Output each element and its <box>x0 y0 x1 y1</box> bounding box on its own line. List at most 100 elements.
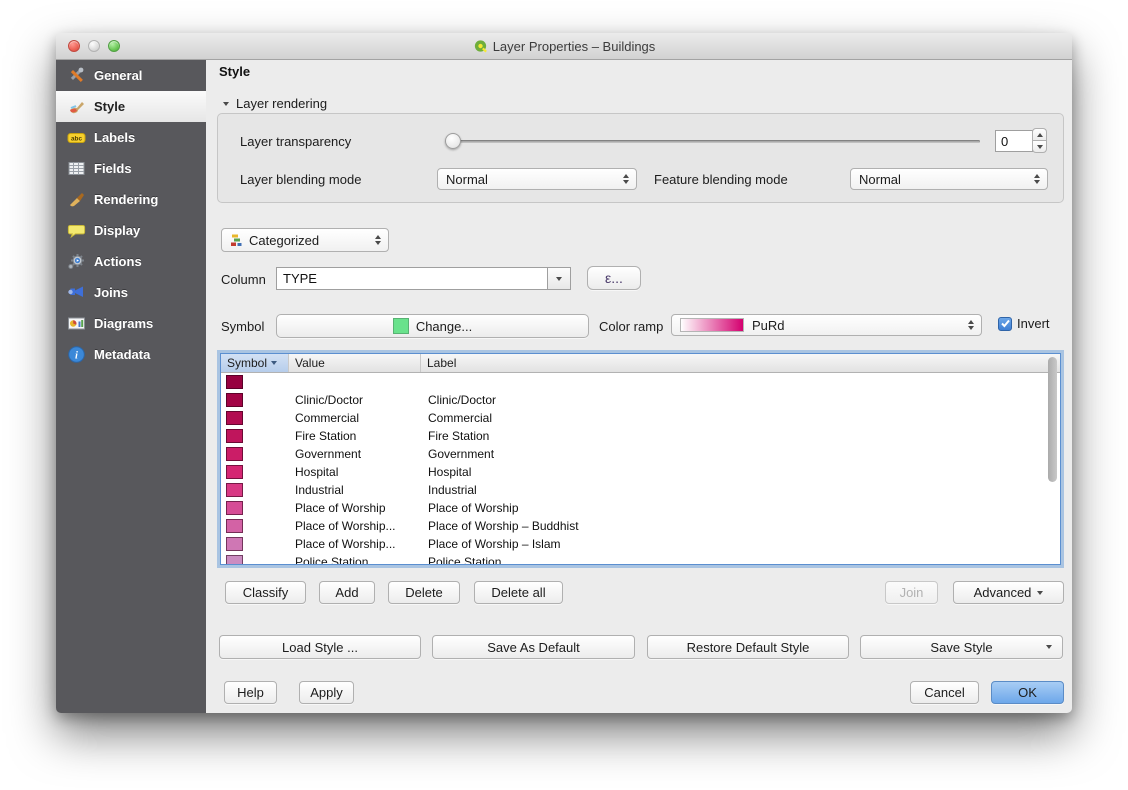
class-label: Clinic/Doctor <box>428 393 496 407</box>
sidebar-item-general[interactable]: General <box>56 60 206 91</box>
layer-properties-window: Layer Properties – Buildings General Styl… <box>56 33 1072 712</box>
symbol-swatch[interactable] <box>226 537 243 551</box>
layer-blending-value: Normal <box>446 172 488 187</box>
class-row[interactable]: HospitalHospital <box>221 463 1060 481</box>
class-row[interactable]: Fire StationFire Station <box>221 427 1060 445</box>
expression-button-label: ε... <box>605 270 623 286</box>
window-title: Layer Properties – Buildings <box>56 33 1072 59</box>
layer-rendering-collapser[interactable]: Layer rendering <box>223 96 327 111</box>
updown-arrows-icon <box>1034 174 1040 184</box>
join-button[interactable]: Join <box>885 581 938 604</box>
column-combobox[interactable]: TYPE <box>276 267 571 290</box>
classify-button[interactable]: Classify <box>225 581 306 604</box>
down-arrow-icon <box>1037 145 1043 149</box>
abc-tag-icon: abc <box>66 128 86 148</box>
symbol-swatch[interactable] <box>226 519 243 533</box>
class-row[interactable]: GovernmentGovernment <box>221 445 1060 463</box>
slider-thumb[interactable] <box>445 133 461 149</box>
save-as-default-button[interactable]: Save As Default <box>432 635 635 659</box>
class-value: Place of Worship... <box>295 537 396 551</box>
load-style-button[interactable]: Load Style ... <box>219 635 421 659</box>
transparency-value-input[interactable]: 0 <box>995 130 1033 152</box>
titlebar[interactable]: Layer Properties – Buildings <box>56 33 1072 60</box>
apply-button[interactable]: Apply <box>299 681 354 704</box>
class-value: Commercial <box>295 411 359 425</box>
sidebar-item-fields[interactable]: Fields <box>56 153 206 184</box>
symbol-swatch[interactable] <box>226 393 243 407</box>
class-label: Police Station <box>428 555 501 565</box>
sidebar-item-display[interactable]: Display <box>56 215 206 246</box>
color-ramp-value: PuRd <box>752 318 785 333</box>
slider-track[interactable] <box>445 140 980 143</box>
color-ramp-select[interactable]: PuRd <box>671 314 982 336</box>
sidebar-item-diagrams[interactable]: Diagrams <box>56 308 206 339</box>
cancel-button[interactable]: Cancel <box>910 681 979 704</box>
join-arrow-icon <box>66 283 86 303</box>
sidebar-item-style[interactable]: Style <box>56 91 206 122</box>
symbol-swatch[interactable] <box>226 465 243 479</box>
sidebar-item-metadata[interactable]: iMetadata <box>56 339 206 370</box>
column-header-label: Label <box>427 356 456 370</box>
class-label: Place of Worship – Islam <box>428 537 561 551</box>
class-value: Place of Worship <box>295 501 386 515</box>
feature-blending-value: Normal <box>859 172 901 187</box>
sidebar-item-labels[interactable]: abcLabels <box>56 122 206 153</box>
symbol-swatch[interactable] <box>226 555 243 565</box>
symbol-label: Symbol <box>221 319 264 334</box>
advanced-button[interactable]: Advanced <box>953 581 1064 604</box>
symbol-swatch[interactable] <box>226 483 243 497</box>
qgis-icon <box>473 39 488 54</box>
symbol-swatch[interactable] <box>226 447 243 461</box>
symbol-swatch[interactable] <box>226 375 243 389</box>
expression-button[interactable]: ε... <box>587 266 641 290</box>
restore-default-style-button[interactable]: Restore Default Style <box>647 635 849 659</box>
updown-arrows-icon <box>375 235 381 245</box>
symbol-swatch[interactable] <box>226 411 243 425</box>
sidebar-item-joins[interactable]: Joins <box>56 277 206 308</box>
class-row[interactable]: Police StationPolice Station <box>221 553 1060 565</box>
symbol-swatch[interactable] <box>226 429 243 443</box>
class-row[interactable]: Place of WorshipPlace of Worship <box>221 499 1060 517</box>
table-scrollbar-thumb[interactable] <box>1048 357 1057 482</box>
down-arrow-icon <box>556 277 562 281</box>
help-button[interactable]: Help <box>224 681 277 704</box>
delete-all-button[interactable]: Delete all <box>474 581 563 604</box>
class-label: Government <box>428 447 494 461</box>
column-header-value[interactable]: Value <box>289 354 421 372</box>
column-header-label[interactable]: Label <box>421 354 1060 372</box>
add-button[interactable]: Add <box>319 581 375 604</box>
sidebar-item-label: Diagrams <box>94 316 153 331</box>
class-row[interactable] <box>221 373 1060 391</box>
layer-blending-select[interactable]: Normal <box>437 168 637 190</box>
feature-blending-select[interactable]: Normal <box>850 168 1048 190</box>
class-row[interactable]: Place of Worship... Place of Worship – Is… <box>221 535 1060 553</box>
stepper-down-button[interactable] <box>1032 140 1047 153</box>
renderer-type-select[interactable]: Categorized <box>221 228 389 252</box>
transparency-slider[interactable] <box>445 131 980 151</box>
class-label: Industrial <box>428 483 477 497</box>
symbol-change-button[interactable]: Change... <box>276 314 589 338</box>
class-row[interactable]: Clinic/DoctorClinic/Doctor <box>221 391 1060 409</box>
symbol-swatch[interactable] <box>226 501 243 515</box>
delete-button[interactable]: Delete <box>388 581 460 604</box>
sidebar-item-rendering[interactable]: Rendering <box>56 184 206 215</box>
ok-button[interactable]: OK <box>991 681 1064 704</box>
invert-checkbox[interactable] <box>998 317 1012 331</box>
combobox-dropdown-button[interactable] <box>547 268 570 289</box>
stepper-up-button[interactable] <box>1032 128 1047 140</box>
column-header-symbol[interactable]: Symbol <box>221 354 289 372</box>
classes-table-body: Clinic/DoctorClinic/DoctorCommercialComm… <box>221 373 1060 565</box>
class-label: Fire Station <box>428 429 489 443</box>
symbol-preview-swatch <box>393 318 409 334</box>
save-style-button[interactable]: Save Style <box>860 635 1063 659</box>
class-row[interactable]: Place of Worship...Place of Worship – Bu… <box>221 517 1060 535</box>
up-arrow-icon <box>1037 133 1043 137</box>
sidebar-item-label: General <box>94 68 142 83</box>
class-row[interactable]: IndustrialIndustrial <box>221 481 1060 499</box>
sidebar-item-actions[interactable]: Actions <box>56 246 206 277</box>
dropdown-arrow-icon <box>1046 645 1052 649</box>
feature-blending-label: Feature blending mode <box>654 172 788 187</box>
class-label: Place of Worship – Buddhist <box>428 519 579 533</box>
classes-table-header: SymbolValue Label <box>221 354 1060 373</box>
class-row[interactable]: CommercialCommercial <box>221 409 1060 427</box>
